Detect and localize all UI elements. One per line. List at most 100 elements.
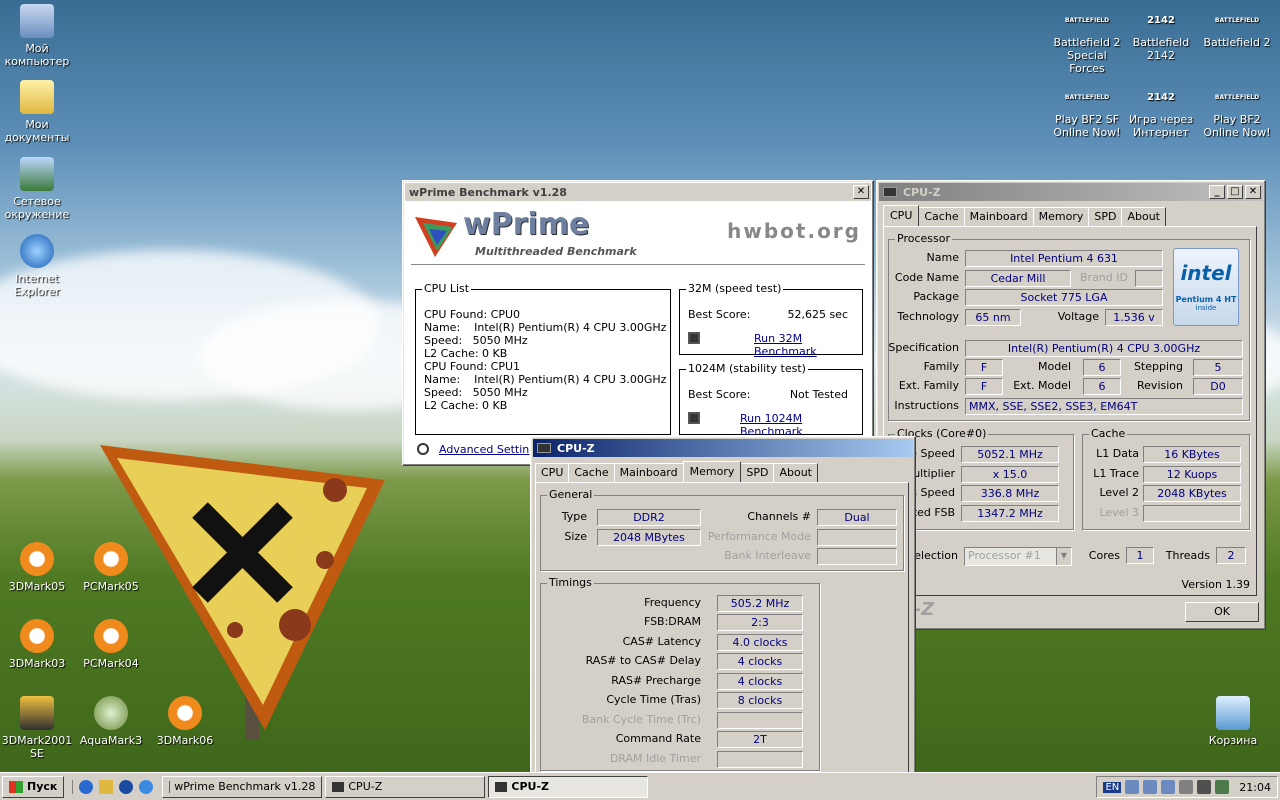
tab-about[interactable]: About bbox=[1121, 207, 1166, 226]
desktop-icon-bf2[interactable]: BATTLEFIELD Battlefield 2 bbox=[1200, 6, 1274, 49]
cpu-name-field: Intel Pentium 4 631 bbox=[965, 250, 1163, 267]
tab-cache[interactable]: Cache bbox=[568, 463, 615, 482]
desktop-icon-3dmark03[interactable]: 3DMark03 bbox=[0, 619, 74, 670]
tab-memory[interactable]: Memory bbox=[1032, 207, 1090, 226]
close-icon[interactable]: ✕ bbox=[1245, 185, 1261, 199]
hardware-icon[interactable] bbox=[1215, 780, 1230, 794]
desktop-icon-bf2142[interactable]: 2142 Battlefield 2142 bbox=[1124, 6, 1198, 62]
stability-test-group: 1024M (stability test) Best Score: Not T… bbox=[679, 362, 863, 438]
wprime-titlebar[interactable]: wPrime Benchmark v1.28 ✕ bbox=[405, 183, 871, 201]
timing-value: 8 clocks bbox=[717, 692, 803, 709]
tab-cpu[interactable]: CPU bbox=[883, 205, 920, 226]
processor-select[interactable]: Processor #1 ▼ bbox=[964, 547, 1072, 566]
icon-label: 2142 bbox=[1147, 49, 1175, 62]
cores-label: Cores bbox=[1088, 549, 1120, 562]
cpuz-cpu-titlebar[interactable]: CPU-Z _ □ ✕ bbox=[879, 183, 1263, 201]
chevron-down-icon[interactable]: ▼ bbox=[1056, 548, 1071, 565]
icon-label: SE bbox=[30, 747, 44, 760]
tab-mainboard[interactable]: Mainboard bbox=[963, 207, 1034, 226]
codename-label: Code Name bbox=[894, 271, 959, 284]
volume-icon[interactable] bbox=[1197, 780, 1212, 794]
desktop-icon-play-bf2sf-online[interactable]: BATTLEFIELD Play BF2 SF Online Now! bbox=[1050, 83, 1124, 139]
processor-label: Processor bbox=[895, 232, 952, 245]
speed-test-label: 32M (speed test) bbox=[686, 282, 784, 295]
tab-memory[interactable]: Memory bbox=[682, 461, 742, 482]
speed-test-group: 32M (speed test) Best Score: 52,625 sec … bbox=[679, 282, 863, 358]
network-disconnected-icon[interactable] bbox=[1143, 780, 1158, 794]
icon-label: PCMark04 bbox=[83, 657, 139, 670]
desktop-icon-bf2-special-forces[interactable]: BATTLEFIELD Battlefield 2 Special Forces bbox=[1050, 6, 1124, 75]
cpuz-memory-tabs: CPU Cache Mainboard Memory SPD About bbox=[535, 461, 818, 482]
security-icon[interactable] bbox=[1179, 780, 1194, 794]
wprime-logo-icon bbox=[415, 217, 457, 257]
media-player-quicklaunch-icon[interactable] bbox=[119, 779, 134, 794]
battlefield-logo-icon: BATTLEFIELD bbox=[1214, 94, 1260, 101]
cpu-list-text: CPU Found: CPU0 Name: Intel(R) Pentium(R)… bbox=[424, 308, 666, 412]
type-label: Type bbox=[561, 510, 587, 523]
tab-spd[interactable]: SPD bbox=[740, 463, 775, 482]
futuremark-icon bbox=[20, 619, 54, 653]
cpuz-app-icon bbox=[883, 187, 897, 197]
tab-about[interactable]: About bbox=[773, 463, 818, 482]
futuremark-icon bbox=[168, 696, 202, 730]
cpuz-app-icon bbox=[537, 443, 551, 453]
ie-quicklaunch-icon[interactable] bbox=[139, 779, 154, 794]
tab-cache[interactable]: Cache bbox=[918, 207, 965, 226]
system-tray: EN 21:04 bbox=[1096, 776, 1278, 798]
timing-value: 505.2 MHz bbox=[717, 595, 803, 612]
cpuz-memory-titlebar[interactable]: CPU-Z bbox=[533, 439, 913, 457]
ie-quicklaunch-icon[interactable] bbox=[79, 779, 94, 794]
desktop-icon-aquamark3[interactable]: AquaMark3 bbox=[74, 696, 148, 747]
desktop-icon-3dmark2001[interactable]: 3DMark2001 SE bbox=[0, 696, 74, 760]
tab-cpu[interactable]: CPU bbox=[535, 463, 570, 482]
ext-family-field: F bbox=[965, 378, 1003, 395]
desktop-icon-my-documents[interactable]: Мои документы bbox=[0, 80, 74, 144]
desktop-icon-my-computer[interactable]: Мой компьютер bbox=[0, 4, 74, 68]
ext-model-field: 6 bbox=[1083, 378, 1121, 395]
taskbar-button-cpuz-1[interactable]: CPU-Z bbox=[325, 775, 486, 798]
timing-label: Bank Cycle Time (Trc) bbox=[581, 713, 701, 726]
desktop-icon-play-bf2-online[interactable]: BATTLEFIELD Play BF2 Online Now! bbox=[1200, 83, 1274, 139]
run-32m-benchmark-link[interactable]: Run 32M Benchmark bbox=[754, 332, 862, 358]
icon-label: компьютер bbox=[4, 55, 70, 68]
network-disconnected-icon[interactable] bbox=[1125, 780, 1140, 794]
close-icon[interactable]: ✕ bbox=[853, 185, 869, 199]
desktop-icon-pcmark05[interactable]: PCMark05 bbox=[74, 542, 148, 593]
stability-test-label: 1024M (stability test) bbox=[686, 362, 808, 375]
tab-mainboard[interactable]: Mainboard bbox=[613, 463, 684, 482]
timing-label: CAS# Latency bbox=[622, 635, 701, 648]
bus-speed-field: 336.8 MHz bbox=[961, 485, 1059, 502]
desktop-icon-network[interactable]: Сетевое окружение bbox=[0, 157, 74, 221]
run-1024m-benchmark-link[interactable]: Run 1024M Benchmark bbox=[740, 412, 862, 438]
desktop-icon-pcmark04[interactable]: PCMark04 bbox=[74, 619, 148, 670]
taskbar-button-cpuz-2[interactable]: CPU-Z bbox=[488, 775, 649, 798]
best-score-label: Best Score: bbox=[688, 388, 751, 401]
desktop-icon-3dmark05[interactable]: 3DMark05 bbox=[0, 542, 74, 593]
clock[interactable]: 21:04 bbox=[1239, 781, 1271, 794]
folder-quicklaunch-icon[interactable] bbox=[99, 779, 114, 794]
maximize-icon[interactable]: □ bbox=[1227, 185, 1243, 199]
quick-launch bbox=[72, 779, 159, 794]
stepping-field: 5 bbox=[1193, 359, 1243, 376]
taskbar-button-wprime[interactable]: wPrime Benchmark v1.28 bbox=[162, 775, 323, 798]
desktop-icon-recycle-bin[interactable]: Корзина bbox=[1196, 696, 1270, 747]
cpu-list-line: CPU Found: CPU1 bbox=[424, 360, 521, 373]
multiplier-field: x 15.0 bbox=[961, 466, 1059, 483]
level3-field bbox=[1143, 505, 1241, 522]
ok-button[interactable]: OK bbox=[1185, 602, 1259, 622]
level2-label: Level 2 bbox=[1099, 486, 1139, 499]
tab-spd[interactable]: SPD bbox=[1088, 207, 1123, 226]
minimize-icon[interactable]: _ bbox=[1209, 185, 1225, 199]
voltage-label: Voltage bbox=[1057, 310, 1099, 323]
network-disconnected-icon[interactable] bbox=[1161, 780, 1176, 794]
language-indicator[interactable]: EN bbox=[1103, 781, 1122, 793]
windows-logo-icon bbox=[9, 780, 23, 793]
network-icon bbox=[20, 157, 54, 191]
start-button[interactable]: Пуск bbox=[2, 775, 65, 798]
instructions-label: Instructions bbox=[894, 399, 959, 412]
desktop-icon-internet-explorer[interactable]: Internet Explorer bbox=[0, 234, 74, 298]
advanced-settings-link[interactable]: Advanced Settings bbox=[439, 443, 542, 456]
desktop-icon-3dmark06[interactable]: 3DMark06 bbox=[148, 696, 222, 747]
desktop-icon-2142-online[interactable]: 2142 Игра через Интернет bbox=[1124, 83, 1198, 139]
cores-field: 1 bbox=[1126, 547, 1154, 564]
